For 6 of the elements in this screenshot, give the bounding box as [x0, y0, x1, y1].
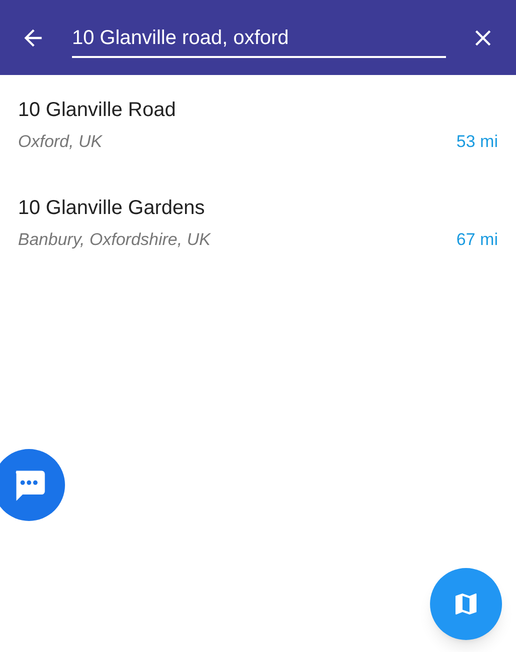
- distance-label: 67 mi: [456, 229, 498, 251]
- result-subtitle: Banbury, Oxfordshire, UK: [18, 229, 210, 251]
- distance-label: 53 mi: [456, 131, 498, 153]
- result-subtitle: Oxford, UK: [18, 131, 102, 153]
- result-title[interactable]: 10 Glanville Gardens: [18, 195, 498, 221]
- result-title[interactable]: 10 Glanville Road: [18, 97, 498, 123]
